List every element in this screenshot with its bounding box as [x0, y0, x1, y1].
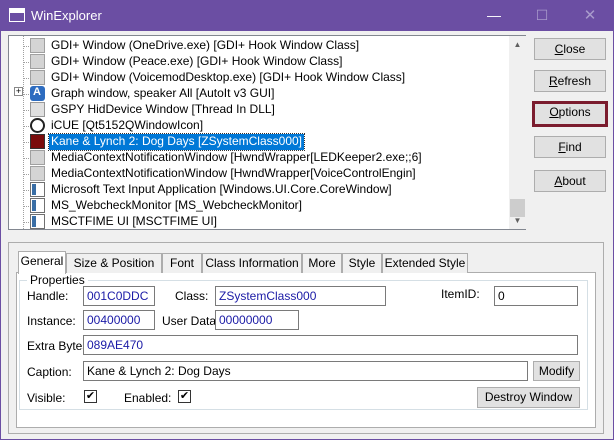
tree-row-label: GDI+ Window (VoicemodDesktop.exe) [GDI+ …	[51, 70, 406, 84]
userdata-label: User Data:	[162, 314, 220, 328]
tab-size-position[interactable]: Size & Position	[66, 253, 162, 273]
tree-row[interactable]: Microsoft Text Input Application [Window…	[9, 182, 509, 198]
modify-button[interactable]: Modify	[533, 361, 580, 381]
tree-row-label: iCUE [Qt5152QWindowIcon]	[51, 118, 204, 132]
handle-label: Handle:	[27, 289, 69, 303]
properties-legend: Properties	[27, 273, 88, 287]
tree-row-label: MediaContextNotificationWindow [HwndWrap…	[51, 150, 422, 164]
tree-row[interactable]: MediaContextNotificationWindow [HwndWrap…	[9, 166, 509, 182]
tab-font[interactable]: Font	[162, 253, 202, 273]
app-icon	[30, 182, 45, 197]
visible-checkbox[interactable]: ✔	[84, 390, 97, 403]
caption-label: Caption:	[27, 365, 72, 379]
scroll-up-icon[interactable]: ▲	[509, 36, 526, 53]
caption-field[interactable]: Kane & Lynch 2: Dog Days	[83, 361, 528, 381]
window-title: WinExplorer	[31, 8, 102, 23]
title-bar[interactable]: WinExplorer — ☐ ✕	[1, 1, 613, 31]
visible-label: Visible:	[27, 391, 66, 405]
tree-scrollbar[interactable]: ▲ ▼	[509, 36, 526, 229]
enabled-checkbox[interactable]: ✔	[178, 390, 191, 403]
tree-row-label: MS_WebcheckMonitor [MS_WebcheckMonitor]	[51, 198, 302, 212]
tree-row[interactable]: MS_WebcheckMonitor [MS_WebcheckMonitor]	[9, 198, 509, 214]
icue-icon	[30, 118, 45, 133]
tree-row[interactable]: + Graph window, speaker All [AutoIt v3 GU…	[9, 86, 509, 102]
window-icon	[30, 150, 45, 165]
class-label: Class:	[175, 289, 209, 303]
tab-class-information[interactable]: Class Information	[202, 253, 302, 273]
handle-field[interactable]: 001C0DDC	[83, 286, 155, 306]
app-icon	[30, 214, 45, 229]
expand-icon[interactable]: +	[14, 87, 23, 96]
options-button[interactable]: Options	[532, 101, 608, 127]
tree-row[interactable]: GDI+ Window (Peace.exe) [GDI+ Hook Windo…	[9, 54, 509, 70]
class-field[interactable]: ZSystemClass000	[215, 286, 386, 306]
close-window-button[interactable]: ✕	[567, 1, 613, 31]
tree-row[interactable]: iCUE [Qt5152QWindowIcon]	[9, 118, 509, 134]
find-button[interactable]: Find	[534, 136, 606, 158]
tree-row-label: MediaContextNotificationWindow [HwndWrap…	[51, 166, 416, 180]
tab-style[interactable]: Style	[342, 253, 382, 273]
itemid-field[interactable]: 0	[494, 286, 578, 306]
window-tree[interactable]: GDI+ Window (OneDrive.exe) [GDI+ Hook Wi…	[8, 35, 526, 230]
app-icon	[30, 198, 45, 213]
scroll-down-icon[interactable]: ▼	[509, 212, 526, 229]
userdata-field[interactable]: 00000000	[215, 310, 299, 330]
window-icon	[30, 54, 45, 69]
tree-row-label: MSCTFIME UI [MSCTFIME UI]	[51, 214, 217, 228]
tree-row[interactable]: MediaContextNotificationWindow [HwndWrap…	[9, 150, 509, 166]
destroy-window-button[interactable]: Destroy Window	[477, 387, 580, 408]
window-icon	[30, 38, 45, 53]
window-icon	[30, 166, 45, 181]
minimize-button[interactable]: —	[471, 1, 517, 31]
window-icon	[30, 102, 45, 117]
tree-row-label: GSPY HidDevice Window [Thread In DLL]	[51, 102, 275, 116]
instance-label: Instance:	[27, 314, 76, 328]
close-button[interactable]: Close	[534, 38, 606, 60]
game-icon	[30, 134, 45, 149]
tab-more[interactable]: More	[302, 253, 342, 273]
tree-row[interactable]: Kane & Lynch 2: Dog Days [ZSystemClass00…	[9, 133, 509, 151]
itemid-label: ItemID:	[441, 287, 480, 301]
refresh-button[interactable]: Refresh	[534, 70, 606, 92]
instance-field[interactable]: 00400000	[83, 310, 155, 330]
tree-row-label: Microsoft Text Input Application [Window…	[51, 182, 392, 196]
about-button[interactable]: About	[534, 170, 606, 192]
enabled-label: Enabled:	[124, 391, 172, 405]
autoit-icon	[30, 86, 45, 101]
tree-row[interactable]: GDI+ Window (VoicemodDesktop.exe) [GDI+ …	[9, 70, 509, 86]
tab-general[interactable]: General	[18, 251, 66, 274]
tree-row[interactable]: GDI+ Window (OneDrive.exe) [GDI+ Hook Wi…	[9, 38, 509, 54]
tree-row[interactable]: GSPY HidDevice Window [Thread In DLL]	[9, 102, 509, 118]
extrabytes-field[interactable]: 089AE470	[83, 335, 578, 355]
extrabytes-label: Extra Bytes:	[27, 339, 92, 353]
tree-row[interactable]: MSCTFIME UI [MSCTFIME UI]	[9, 214, 509, 229]
tab-extended-style[interactable]: Extended Style	[382, 253, 468, 273]
window-icon	[30, 70, 45, 85]
tree-row-label: Graph window, speaker All [AutoIt v3 GUI…	[51, 86, 275, 100]
app-window-icon	[9, 8, 25, 22]
tree-row-label-selected: Kane & Lynch 2: Dog Days [ZSystemClass00…	[47, 133, 306, 151]
tree-row-label: GDI+ Window (OneDrive.exe) [GDI+ Hook Wi…	[51, 38, 360, 52]
maximize-button[interactable]: ☐	[519, 1, 565, 31]
tree-row-label: GDI+ Window (Peace.exe) [GDI+ Hook Windo…	[51, 54, 343, 68]
